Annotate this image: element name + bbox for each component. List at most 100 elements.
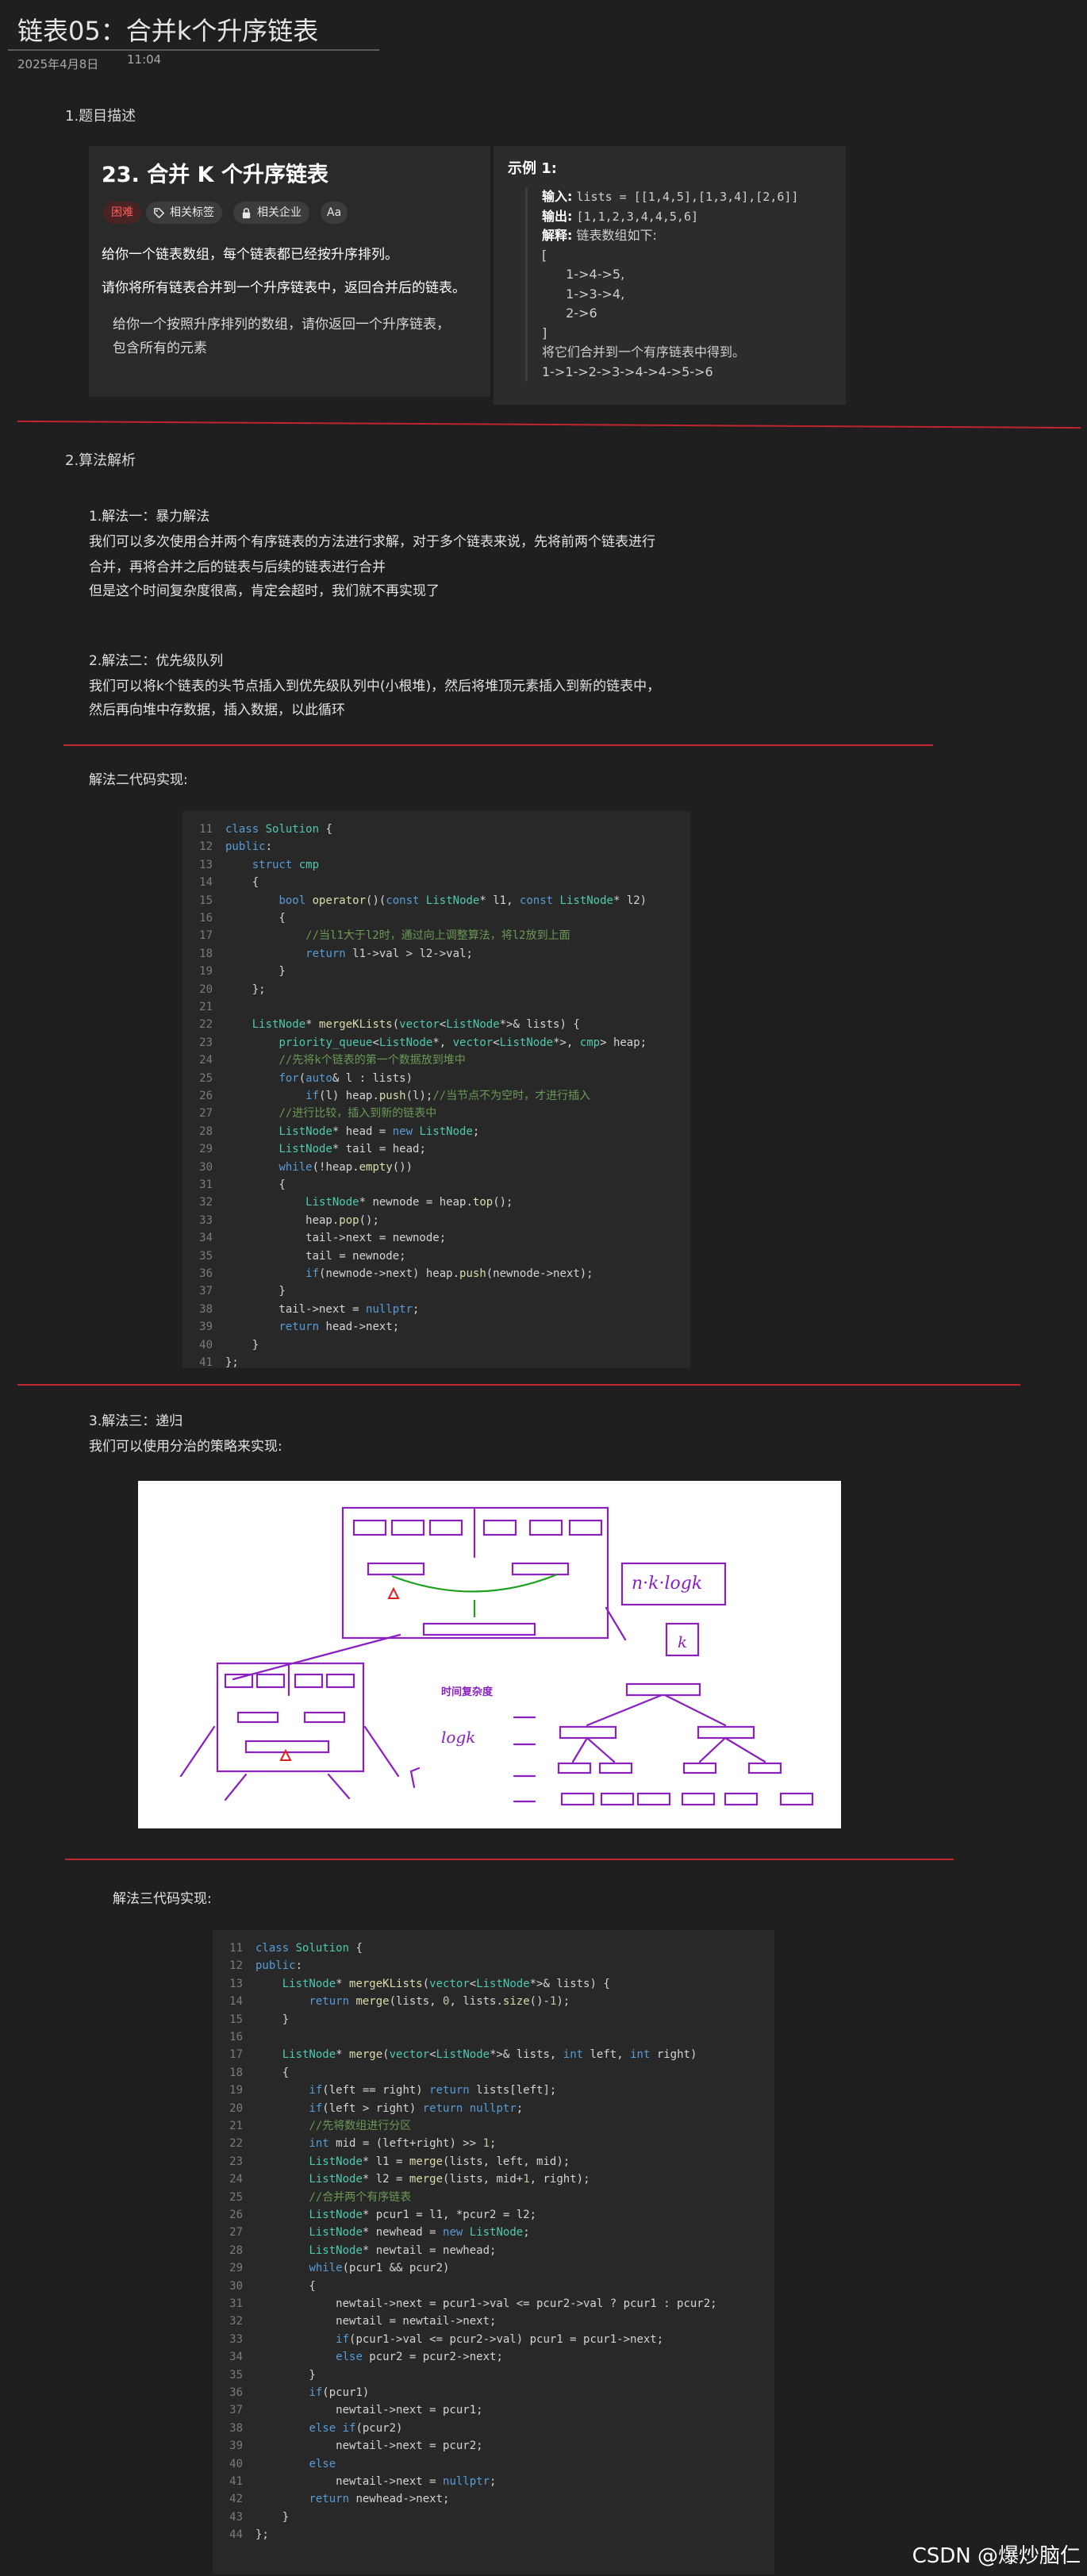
- code-text: if(newnode->next) heap.push(newnode->nex…: [305, 1267, 593, 1280]
- code-text: ListNode* newhead = new ListNode;: [309, 2226, 530, 2240]
- code-text: ListNode* newtail = newhead;: [309, 2243, 497, 2257]
- example-merge-text: 将它们合并到一个有序链表中得到。: [542, 344, 746, 359]
- code-line: 13 ListNode* mergeKLists(vector<ListNode…: [213, 1975, 610, 1994]
- code-text: };: [225, 1356, 239, 1369]
- method3-desc: 我们可以使用分治的策略来实现:: [89, 1439, 282, 1455]
- example-explain: 链表数组如下:: [576, 228, 657, 243]
- method1-title: 1.解法一：暴力解法: [89, 509, 210, 525]
- line-number: 22: [199, 1018, 213, 1032]
- line-number: 25: [229, 2190, 243, 2204]
- code-text: ListNode* l2 = merge(lists, mid+1, right…: [309, 2173, 590, 2186]
- problem-title: 23. 合并 K 个升序链表: [102, 163, 328, 187]
- line-number: 12: [229, 1959, 243, 1973]
- code-text: ListNode* pcur1 = l1, *pcur2 = l2;: [309, 2209, 537, 2221]
- time-label: 11:04: [127, 52, 162, 67]
- code-text: ListNode* mergeKLists(vector<ListNode*>&…: [252, 1018, 580, 1032]
- logk-label: logk: [441, 1728, 475, 1747]
- code-block-solution2: 11 class Solution {12 public: 13 struct cmp…: [182, 811, 690, 1369]
- line-number: 24: [229, 2173, 243, 2186]
- code-line: 18 {: [213, 2064, 289, 2082]
- line-number: 38: [229, 2421, 243, 2435]
- code-line: 11 class Solution {: [213, 1940, 363, 1958]
- line-number: 12: [199, 840, 213, 854]
- difficulty-tag[interactable]: 困难: [103, 202, 141, 224]
- problem-desc-2: 请你将所有链表合并到一个升序链表中，返回合并后的链表。: [102, 280, 466, 296]
- line-number: 27: [199, 1107, 213, 1121]
- code-line: 28 ListNode* head = new ListNode;: [182, 1123, 479, 1141]
- problem-desc-1: 给你一个链表数组，每个链表都已经按升序排列。: [102, 247, 398, 263]
- code-line: 12 public:: [213, 1957, 302, 1975]
- code-line: 13 struct cmp: [182, 856, 319, 875]
- line-number: 13: [199, 858, 213, 871]
- title-divider: [8, 49, 379, 51]
- line-number: 22: [229, 2137, 243, 2151]
- code-line: 33 heap.pop();: [182, 1212, 379, 1230]
- method3-title: 3.解法三：递归: [89, 1413, 183, 1429]
- font-size-button[interactable]: Aa: [321, 202, 348, 224]
- code-line: 32 newtail = newtail->next;: [213, 2313, 496, 2331]
- code-text: ListNode* mergeKLists(vector<ListNode*>&…: [282, 1977, 610, 1990]
- tag-icon: [154, 208, 165, 219]
- code-text: }: [255, 2510, 290, 2524]
- line-number: 14: [199, 876, 213, 890]
- code-line: 17 ListNode* merge(vector<ListNode*>& li…: [213, 2046, 697, 2064]
- line-number: 43: [229, 2510, 243, 2524]
- code-text: bool operator()(const ListNode* l1, cons…: [278, 894, 647, 907]
- line-number: 41: [199, 1356, 213, 1369]
- related-tags-button[interactable]: 相关标签: [146, 202, 222, 224]
- line-number: 28: [229, 2243, 243, 2257]
- line-number: 40: [229, 2457, 243, 2470]
- example-result: 1->1->2->3->4->4->5->6: [542, 363, 713, 379]
- line-number: 18: [229, 2066, 243, 2079]
- line-number: 35: [199, 1249, 213, 1263]
- code-text: ListNode* newnode = heap.top();: [305, 1196, 513, 1209]
- line-number: 19: [199, 965, 213, 978]
- code-line: 29 while(pcur1 && pcur2): [213, 2259, 449, 2278]
- code-line: 35 }: [213, 2366, 316, 2385]
- red-divider: [17, 420, 1081, 429]
- code-line: 24 //先将k个链表的第一个数据放到堆中: [182, 1052, 466, 1070]
- section-problem-heading: 1.题目描述: [65, 108, 136, 125]
- line-number: 26: [229, 2209, 243, 2221]
- page-title: 链表05：合并k个升序链表: [17, 16, 319, 46]
- code-line: 23 ListNode* l1 = merge(lists, left, mid…: [213, 2153, 570, 2171]
- line-number: 14: [229, 1995, 243, 2009]
- code-line: 20 if(left > right) return nullptr;: [213, 2100, 523, 2118]
- code-text: else if(pcur2): [309, 2421, 403, 2435]
- code-text: }: [225, 1338, 259, 1351]
- line-number: 11: [229, 1942, 243, 1955]
- code-text: return head->next;: [278, 1321, 400, 1334]
- line-number: 31: [199, 1178, 213, 1191]
- line-number: 17: [199, 929, 213, 943]
- related-companies-button[interactable]: 相关企业: [233, 202, 309, 224]
- code-line: 25 //合并两个有序链表: [213, 2189, 411, 2207]
- code-text: else pcur2 = pcur2->next;: [336, 2351, 503, 2364]
- line-number: 27: [229, 2226, 243, 2240]
- line-number: 21: [199, 1001, 213, 1013]
- line-number: 20: [199, 982, 213, 996]
- code-text: {: [225, 1178, 286, 1191]
- code-text: class Solution {: [255, 1942, 363, 1955]
- line-number: 34: [229, 2351, 243, 2364]
- code-line: 38 else if(pcur2): [213, 2420, 402, 2438]
- code-text: //先将数组进行分区: [309, 2120, 412, 2132]
- code-line: 11 class Solution {: [182, 821, 332, 839]
- line-number: 29: [199, 1143, 213, 1156]
- line-number: 39: [199, 1321, 213, 1334]
- code-line: 24 ListNode* l2 = merge(lists, mid+1, ri…: [213, 2170, 590, 2189]
- code-text: tail->next = nullptr;: [225, 1302, 420, 1316]
- code-line: 38 tail->next = nullptr;: [182, 1301, 419, 1319]
- line-number: 42: [229, 2493, 243, 2506]
- code-line: 30 while(!heap.empty()): [182, 1159, 413, 1177]
- code-line: 16 {: [182, 909, 286, 928]
- line-number: 16: [199, 912, 213, 925]
- code-line: 19 if(left == right) return lists[left];: [213, 2082, 556, 2100]
- code-text: //先将k个链表的第一个数据放到堆中: [278, 1054, 466, 1067]
- code-line: 31 {: [182, 1176, 286, 1194]
- line-number: 23: [229, 2155, 243, 2168]
- code-line: 42 return newhead->next;: [213, 2490, 449, 2509]
- code-text: int mid = (left+right) >> 1;: [309, 2137, 497, 2151]
- code-text: }: [255, 2013, 290, 2026]
- line-number: 31: [229, 2297, 243, 2310]
- problem-note-2: 包含所有的元素: [113, 340, 207, 356]
